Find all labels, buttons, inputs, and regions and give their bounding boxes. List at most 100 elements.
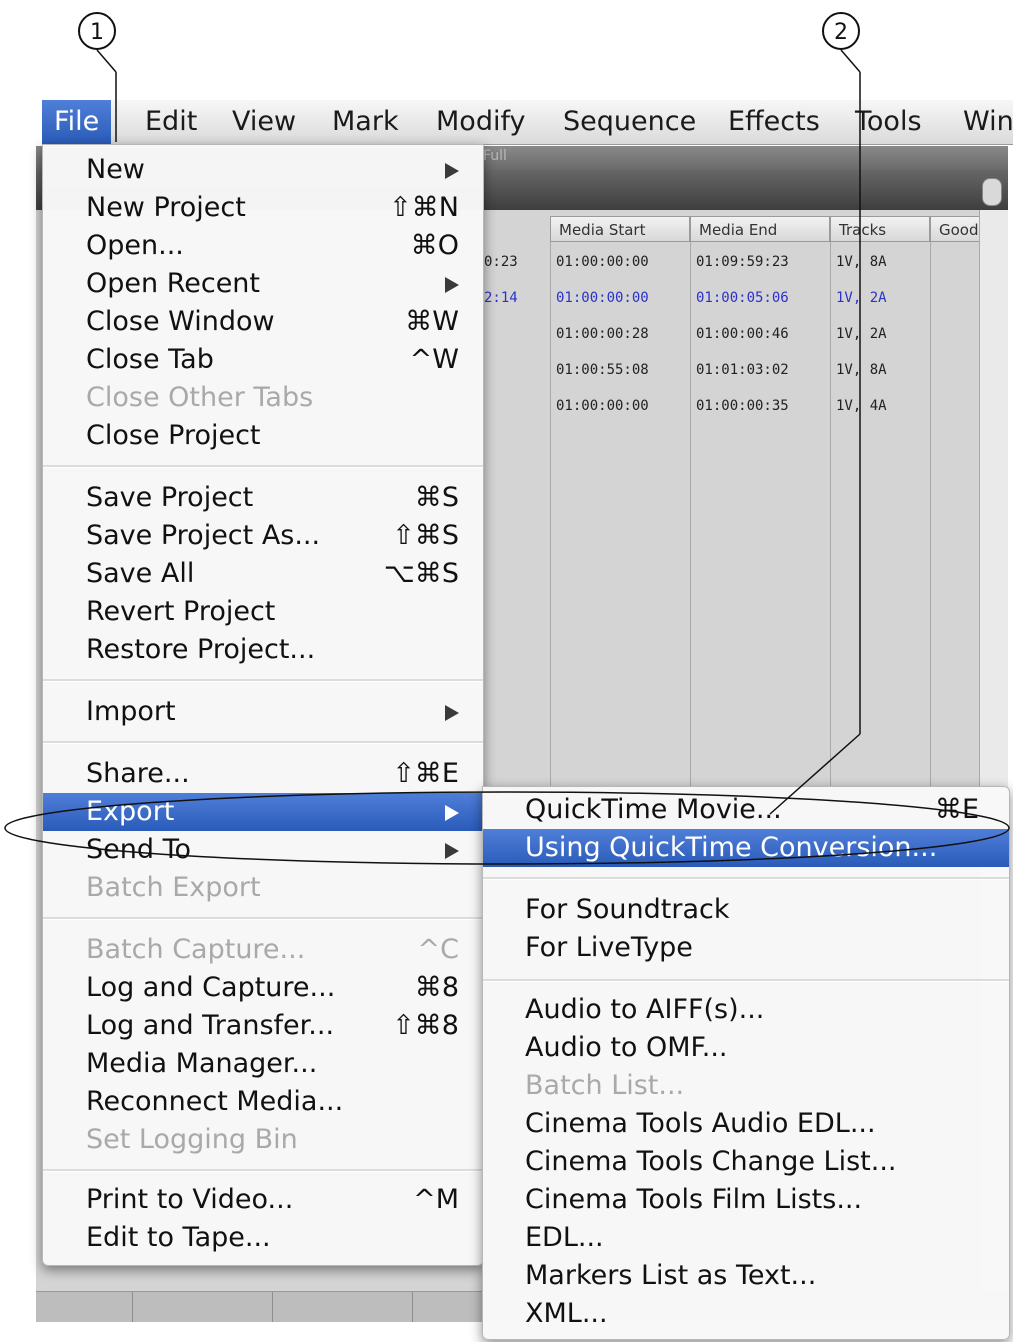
submenu-arrow-icon bbox=[445, 805, 459, 821]
submenu-arrow-icon bbox=[445, 843, 459, 859]
menu-item-xml[interactable]: XML... bbox=[483, 1295, 1009, 1333]
shortcut-label: ^C bbox=[417, 934, 459, 965]
menu-item-import[interactable]: Import bbox=[43, 693, 483, 731]
menu-item-new-project[interactable]: New Project ⇧⌘N bbox=[43, 189, 483, 227]
menu-item-label: Cinema Tools Audio EDL... bbox=[525, 1108, 876, 1139]
menu-edit[interactable]: Edit bbox=[133, 100, 209, 144]
menu-file[interactable]: File bbox=[42, 100, 112, 144]
menu-separator bbox=[483, 979, 1009, 982]
menu-item-cinema-tools-audio-edl[interactable]: Cinema Tools Audio EDL... bbox=[483, 1105, 1009, 1143]
menu-item-label: For Soundtrack bbox=[525, 894, 730, 925]
menu-item-label: Media Manager... bbox=[86, 1048, 318, 1079]
menu-item-close-window[interactable]: Close Window ⌘W bbox=[43, 303, 483, 341]
menu-item-set-logging-bin: Set Logging Bin bbox=[43, 1121, 483, 1159]
menu-item-for-soundtrack[interactable]: For Soundtrack bbox=[483, 891, 1009, 929]
menu-item-using-quicktime-conversion[interactable]: Using QuickTime Conversion... bbox=[483, 829, 1009, 867]
cell-tracks: 1V, 2A bbox=[836, 290, 887, 306]
menu-item-label: New bbox=[86, 154, 145, 185]
menu-item-log-and-transfer[interactable]: Log and Transfer... ⇧⌘8 bbox=[43, 1007, 483, 1045]
menu-item-label: Audio to OMF... bbox=[525, 1032, 728, 1063]
menu-item-new[interactable]: New bbox=[43, 151, 483, 189]
menu-item-save-project-as[interactable]: Save Project As... ⇧⌘S bbox=[43, 517, 483, 555]
menu-item-label: QuickTime Movie... bbox=[525, 794, 782, 825]
cell-duration: 2:14 bbox=[484, 290, 518, 306]
cell-media-end: 01:00:00:35 bbox=[696, 398, 789, 414]
menu-item-open-recent[interactable]: Open Recent bbox=[43, 265, 483, 303]
menu-item-label: Markers List as Text... bbox=[525, 1260, 817, 1291]
menu-item-label: Print to Video... bbox=[86, 1184, 294, 1215]
menu-item-audio-to-aiff[interactable]: Audio to AIFF(s)... bbox=[483, 991, 1009, 1029]
cell-tracks: 1V, 8A bbox=[836, 254, 887, 270]
menu-item-label: Cinema Tools Change List... bbox=[525, 1146, 897, 1177]
shortcut-label: ⌘S bbox=[414, 482, 459, 513]
menu-modify[interactable]: Modify bbox=[424, 100, 537, 144]
menu-item-audio-to-omf[interactable]: Audio to OMF... bbox=[483, 1029, 1009, 1067]
menu-item-label: Cinema Tools Film Lists... bbox=[525, 1184, 863, 1215]
shortcut-label: ⇧⌘N bbox=[389, 192, 459, 223]
menu-item-label: Reconnect Media... bbox=[86, 1086, 344, 1117]
menu-item-label: Import bbox=[86, 696, 176, 727]
menu-item-edit-to-tape[interactable]: Edit to Tape... bbox=[43, 1219, 483, 1257]
menu-item-for-livetype[interactable]: For LiveType bbox=[483, 929, 1009, 967]
scroll-handle[interactable] bbox=[982, 178, 1002, 206]
menu-item-label: Close Window bbox=[86, 306, 275, 337]
menu-mark[interactable]: Mark bbox=[320, 100, 411, 144]
menu-bar: File Edit View Mark Modify Sequence Effe… bbox=[42, 100, 1013, 145]
menu-sequence[interactable]: Sequence bbox=[551, 100, 708, 144]
menu-item-save-all[interactable]: Save All ⌥⌘S bbox=[43, 555, 483, 593]
menu-item-share[interactable]: Share... ⇧⌘E bbox=[43, 755, 483, 793]
submenu-arrow-icon bbox=[445, 163, 459, 179]
menu-item-revert-project[interactable]: Revert Project bbox=[43, 593, 483, 631]
column-header-good[interactable]: Good bbox=[930, 216, 986, 242]
menu-item-batch-export: Batch Export bbox=[43, 869, 483, 907]
menu-item-quicktime-movie[interactable]: QuickTime Movie... ⌘E bbox=[483, 791, 1009, 829]
menu-item-save-project[interactable]: Save Project ⌘S bbox=[43, 479, 483, 517]
menu-effects[interactable]: Effects bbox=[716, 100, 832, 144]
cell-tracks: 1V, 8A bbox=[836, 362, 887, 378]
menu-separator bbox=[43, 465, 483, 468]
menu-item-batch-capture: Batch Capture... ^C bbox=[43, 931, 483, 969]
menu-item-log-and-capture[interactable]: Log and Capture... ⌘8 bbox=[43, 969, 483, 1007]
menu-separator bbox=[43, 679, 483, 682]
cell-media-start: 01:00:00:00 bbox=[556, 398, 649, 414]
column-header-tracks[interactable]: Tracks bbox=[830, 216, 930, 242]
menu-item-reconnect-media[interactable]: Reconnect Media... bbox=[43, 1083, 483, 1121]
menu-tools[interactable]: Tools bbox=[843, 100, 934, 144]
menu-window[interactable]: Win bbox=[951, 100, 1013, 144]
shortcut-label: ⌘O bbox=[410, 230, 459, 261]
menu-item-cinema-tools-film-lists[interactable]: Cinema Tools Film Lists... bbox=[483, 1181, 1009, 1219]
shortcut-label: ⌘W bbox=[405, 306, 459, 337]
menu-item-restore-project[interactable]: Restore Project... bbox=[43, 631, 483, 669]
menu-item-label: Batch Capture... bbox=[86, 934, 306, 965]
menu-item-close-project[interactable]: Close Project bbox=[43, 417, 483, 455]
menu-item-label: Batch List... bbox=[525, 1070, 685, 1101]
menu-item-export[interactable]: Export bbox=[43, 793, 483, 831]
menu-item-print-to-video[interactable]: Print to Video... ^M bbox=[43, 1181, 483, 1219]
menu-separator bbox=[483, 877, 1009, 880]
menu-item-label: XML... bbox=[525, 1298, 608, 1329]
toolbar-label: Full bbox=[483, 148, 507, 164]
callout-1-leader bbox=[96, 49, 117, 73]
menu-item-close-other-tabs: Close Other Tabs bbox=[43, 379, 483, 417]
shortcut-label: ⇧⌘E bbox=[392, 758, 459, 789]
column-header-media-start[interactable]: Media Start bbox=[550, 216, 690, 242]
shortcut-label: ⌘8 bbox=[414, 972, 459, 1003]
menu-separator bbox=[43, 1169, 483, 1172]
cell-media-start: 01:00:55:08 bbox=[556, 362, 649, 378]
menu-item-label: Revert Project bbox=[86, 596, 276, 627]
menu-item-close-tab[interactable]: Close Tab ^W bbox=[43, 341, 483, 379]
shortcut-label: ⌥⌘S bbox=[383, 558, 459, 589]
menu-item-cinema-tools-change-list[interactable]: Cinema Tools Change List... bbox=[483, 1143, 1009, 1181]
menu-item-label: Log and Transfer... bbox=[86, 1010, 335, 1041]
menu-view[interactable]: View bbox=[220, 100, 308, 144]
menu-item-markers-list-as-text[interactable]: Markers List as Text... bbox=[483, 1257, 1009, 1295]
menu-item-media-manager[interactable]: Media Manager... bbox=[43, 1045, 483, 1083]
menu-item-edl[interactable]: EDL... bbox=[483, 1219, 1009, 1257]
menu-item-label: Edit to Tape... bbox=[86, 1222, 271, 1253]
column-header-media-end[interactable]: Media End bbox=[690, 216, 830, 242]
menu-item-send-to[interactable]: Send To bbox=[43, 831, 483, 869]
cell-media-end: 01:00:05:06 bbox=[696, 290, 789, 306]
menu-item-label: For LiveType bbox=[525, 932, 693, 963]
menu-item-label: Audio to AIFF(s)... bbox=[525, 994, 765, 1025]
menu-item-open[interactable]: Open... ⌘O bbox=[43, 227, 483, 265]
